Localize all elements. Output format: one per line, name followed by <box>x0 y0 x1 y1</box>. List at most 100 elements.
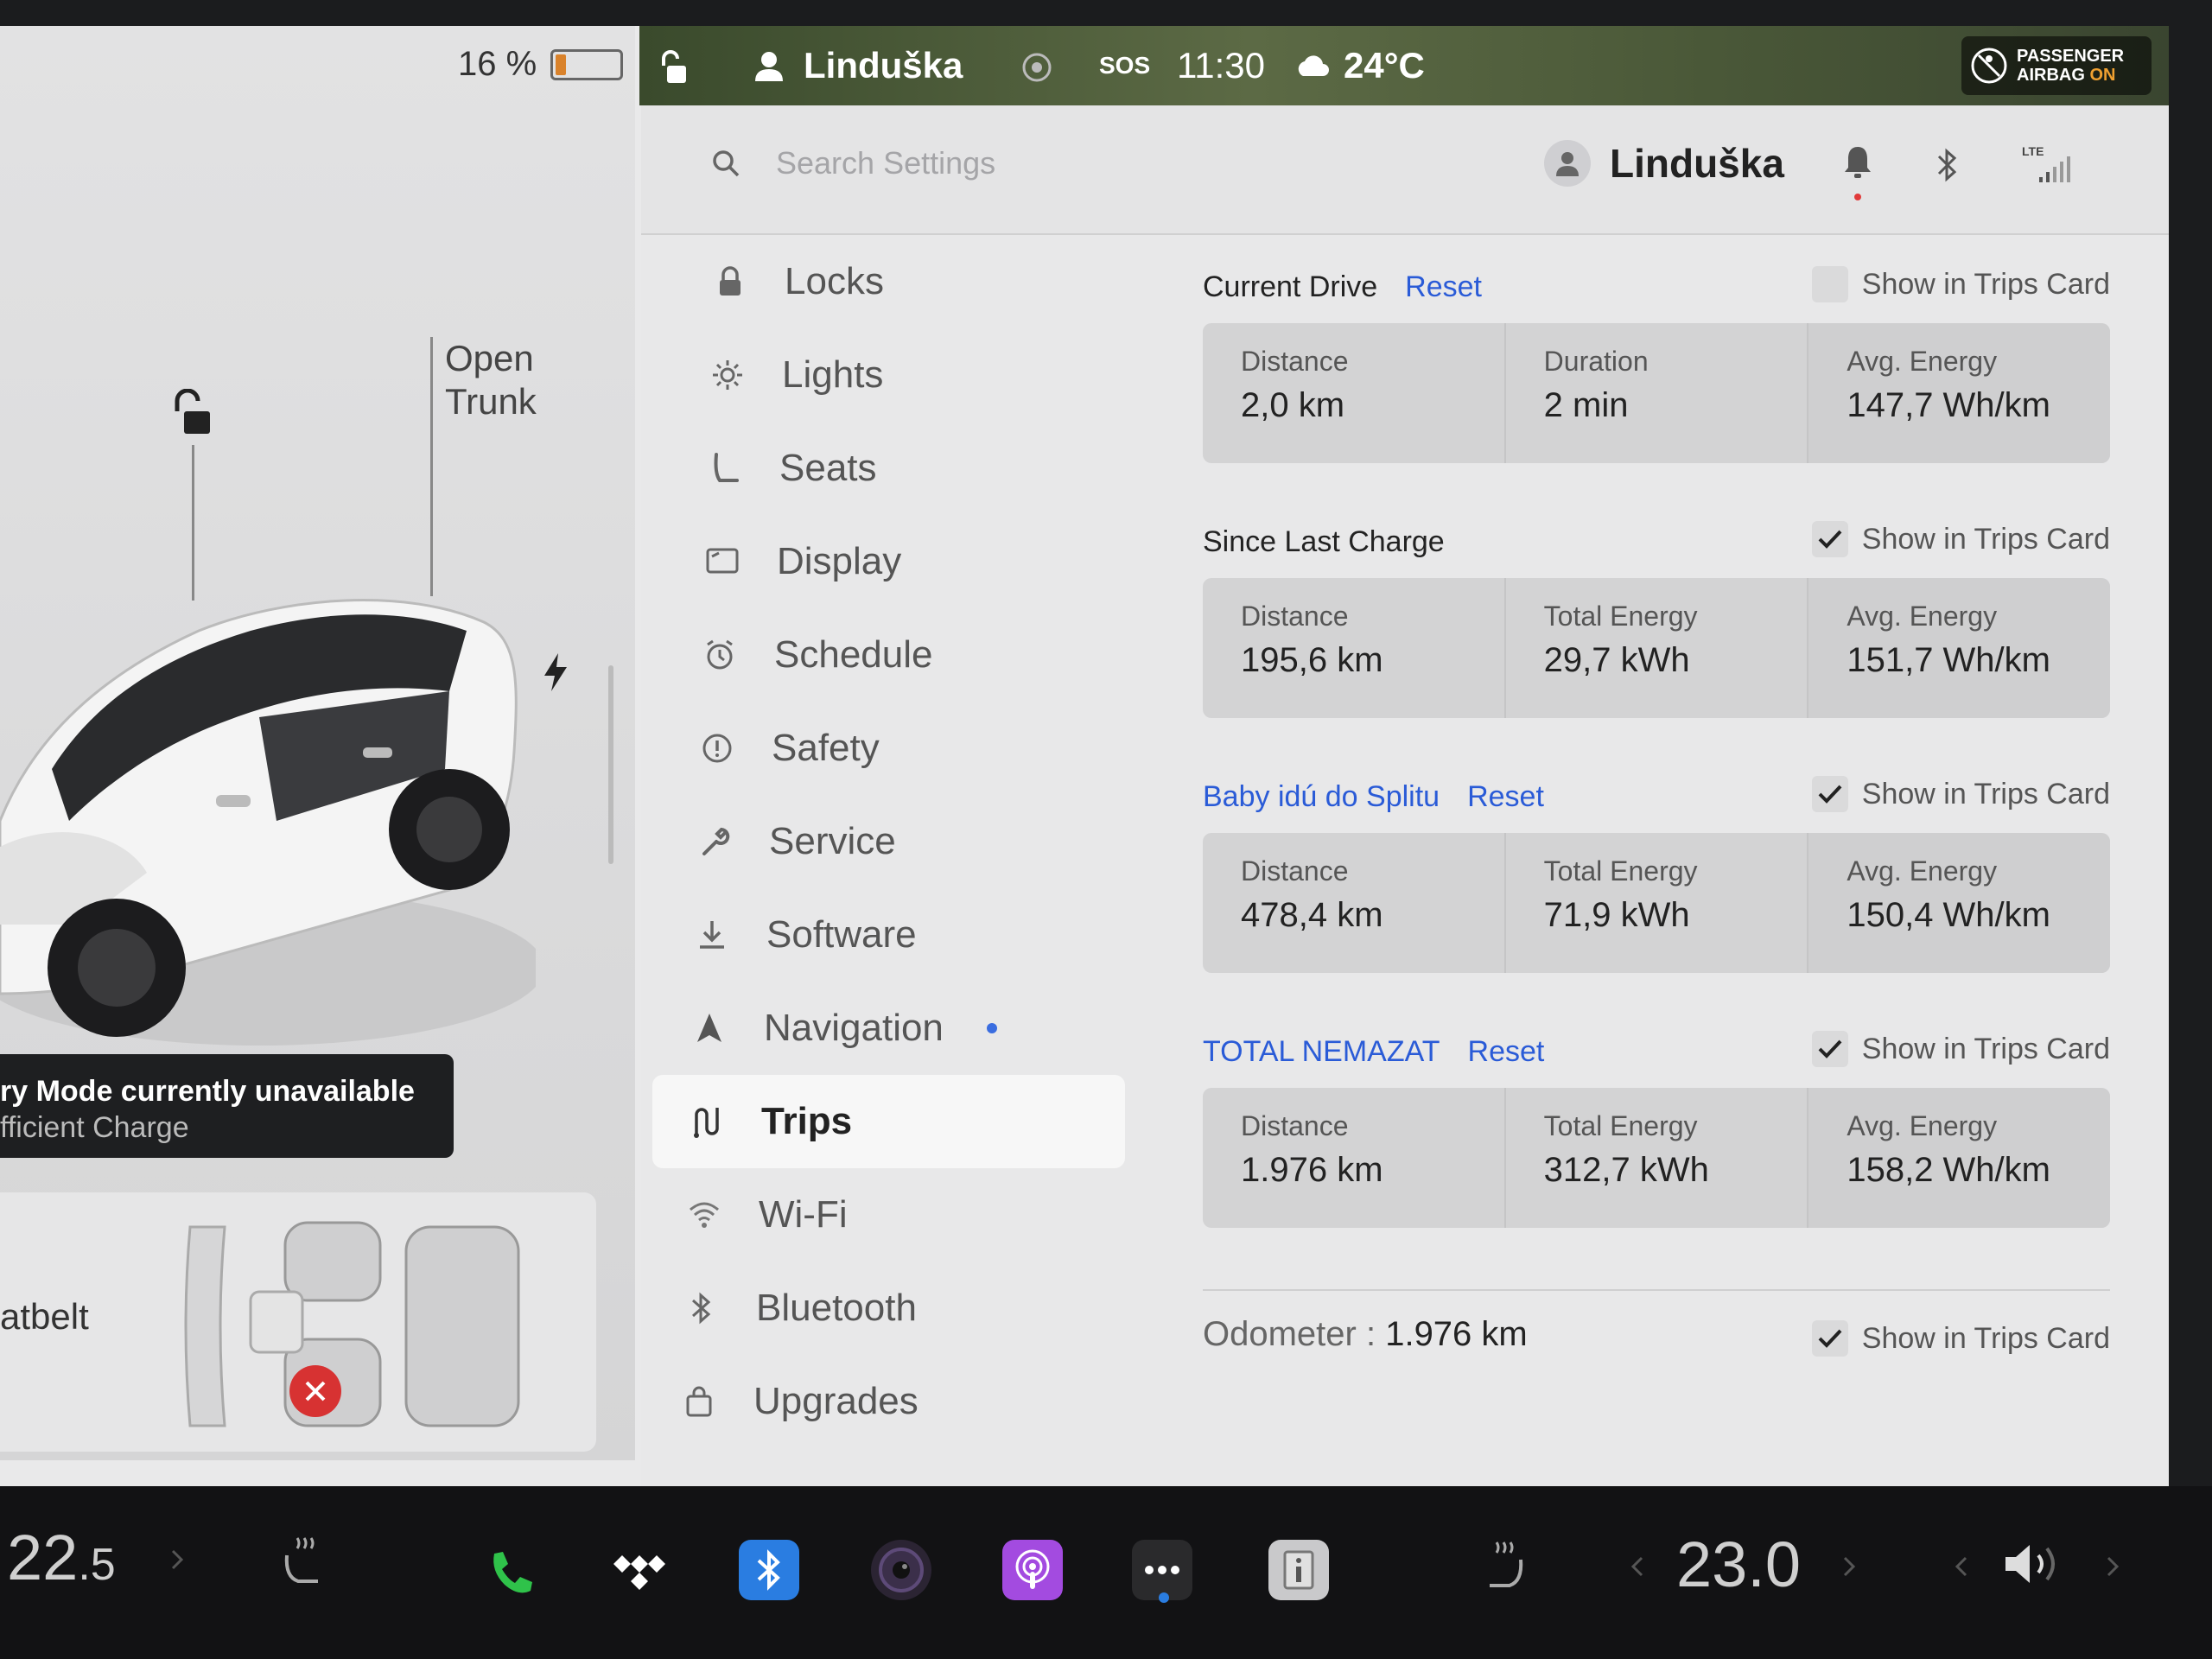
seat-heater-left-icon[interactable] <box>276 1529 328 1590</box>
wrench-icon <box>695 822 734 861</box>
trip-stats: Distance 478,4 km Total Energy 71,9 kWh Avg.… <box>1203 833 2110 973</box>
trip-block: TOTAL NEMAZAT Reset Show in Trips Card Dist… <box>1203 1026 2110 1281</box>
nav-item-software[interactable]: Software <box>658 888 1125 982</box>
search-input[interactable]: Search Settings <box>776 145 995 181</box>
unlock-status-icon[interactable] <box>658 50 690 85</box>
trip-title[interactable]: TOTAL NEMAZAT <box>1203 1035 1440 1069</box>
sun-icon <box>708 355 747 395</box>
nav-item-schedule[interactable]: Schedule <box>665 608 1125 702</box>
nav-item-bluetooth[interactable]: Bluetooth <box>647 1262 1125 1355</box>
sos-indicator: SOS <box>1099 52 1151 79</box>
volume-up-chevron-icon[interactable] <box>2104 1554 2121 1580</box>
nav-item-display[interactable]: Display <box>668 515 1125 608</box>
nav-item-label: Wi-Fi <box>759 1193 848 1236</box>
cellular-signal: LTE <box>2022 144 2074 186</box>
car-unlock-icon[interactable] <box>168 388 217 445</box>
cloud-icon <box>1298 55 1329 76</box>
manual-app[interactable] <box>1268 1540 1329 1600</box>
open-trunk-label-1: Open <box>445 338 534 378</box>
status-profile-name[interactable]: Linduška <box>804 45 963 86</box>
outside-temperature: 24°C <box>1344 45 1425 86</box>
battery-fill <box>556 54 566 75</box>
chevron-right-icon[interactable] <box>1840 1554 1858 1580</box>
chevron-right-icon[interactable] <box>168 1547 186 1573</box>
settings-nav: Locks Lights Seats Display Schedule Safety Ser… <box>652 235 1125 1448</box>
nav-item-upgrades[interactable]: Upgrades <box>645 1355 1125 1448</box>
checkbox[interactable] <box>1811 266 1848 302</box>
passenger-temperature[interactable]: 23.0 <box>1676 1528 1801 1601</box>
stat-label: Avg. Energy <box>1847 1110 1998 1141</box>
show-in-trips-card-toggle[interactable]: Show in Trips Card <box>1811 266 2110 302</box>
camera-app[interactable] <box>871 1540 931 1600</box>
nav-item-service[interactable]: Service <box>660 795 1125 888</box>
manual-icon <box>1283 1550 1314 1590</box>
stat-label: Avg. Energy <box>1847 346 1998 377</box>
trip-stat: Total Energy 29,7 kWh <box>1506 578 1809 718</box>
battery-percent: 16 % <box>458 45 537 83</box>
checkbox[interactable] <box>1811 1031 1848 1067</box>
nav-item-safety[interactable]: Safety <box>663 702 1125 795</box>
nav-item-seats[interactable]: Seats <box>671 422 1125 515</box>
nav-item-label: Bluetooth <box>756 1287 917 1329</box>
nav-item-lights[interactable]: Lights <box>673 328 1125 422</box>
airbag-label-2: AIRBAG <box>2017 66 2085 85</box>
notifications-button[interactable] <box>1842 143 1873 200</box>
stat-value: 1.976 km <box>1241 1151 1383 1189</box>
checkbox[interactable] <box>1811 1320 1848 1357</box>
stat-label: Distance <box>1241 346 1349 377</box>
trip-title: Current Drive <box>1203 270 1378 303</box>
stat-label: Total Energy <box>1543 1110 1698 1141</box>
trip-header: Baby idú do Splitu Reset Show in Trips Car… <box>1203 771 2110 823</box>
stat-value: 2,0 km <box>1241 386 1345 424</box>
checkbox[interactable] <box>1811 521 1848 557</box>
charge-port-icon[interactable] <box>543 653 569 691</box>
show-in-trips-label: Show in Trips Card <box>1861 267 2110 301</box>
search-settings[interactable]: Search Settings <box>710 145 995 181</box>
chevron-left-icon[interactable] <box>1629 1554 1646 1580</box>
odometer-label: Odometer : <box>1203 1315 1376 1353</box>
show-in-trips-card-toggle[interactable]: Show in Trips Card <box>1811 521 2110 557</box>
driver-temperature[interactable]: 22.5 <box>7 1521 116 1594</box>
airbag-icon <box>1971 48 2007 84</box>
nav-item-navigation[interactable]: Navigation <box>655 982 1125 1075</box>
tidal-app[interactable] <box>609 1542 670 1603</box>
header-icons: LTE <box>1842 143 2074 200</box>
nav-item-label: Display <box>777 540 902 582</box>
reset-button[interactable]: Reset <box>1468 1035 1545 1069</box>
lock-icon <box>710 262 750 302</box>
profile-icon[interactable] <box>752 48 786 83</box>
show-in-trips-card-toggle[interactable]: Show in Trips Card <box>1811 1031 2110 1067</box>
nav-item-trips[interactable]: Trips <box>652 1075 1125 1168</box>
bluetooth-app[interactable] <box>739 1540 799 1600</box>
bluetooth-app-icon <box>757 1549 780 1591</box>
volume-down-chevron-icon[interactable] <box>1953 1554 1970 1580</box>
trip-title[interactable]: Baby idú do Splitu <box>1203 780 1440 814</box>
reset-button[interactable]: Reset <box>1467 780 1544 814</box>
bell-icon <box>1845 147 1871 178</box>
reset-button[interactable]: Reset <box>1405 270 1482 304</box>
notice-subtitle: fficient Charge <box>0 1111 189 1144</box>
open-trunk-label-2: Trunk <box>445 381 537 422</box>
checkbox[interactable] <box>1811 776 1848 812</box>
seat-heater-right-icon[interactable] <box>1478 1534 1538 1594</box>
nav-item-wi-fi[interactable]: Wi-Fi <box>650 1168 1125 1262</box>
show-in-trips-card-toggle[interactable]: Show in Trips Card <box>1811 776 2110 812</box>
show-in-trips-card-toggle[interactable]: Show in Trips Card <box>1811 1320 2110 1357</box>
bluetooth-icon[interactable] <box>1934 146 1961 184</box>
volume-icon[interactable] <box>2000 1538 2069 1590</box>
profile-button[interactable]: Linduška <box>1544 140 1784 187</box>
podcasts-app[interactable] <box>1002 1540 1063 1600</box>
seat-map-icon <box>184 1221 520 1427</box>
stat-value: 312,7 kWh <box>1543 1151 1709 1189</box>
phone-app[interactable] <box>480 1542 540 1603</box>
airbag-state: ON <box>2089 66 2116 85</box>
trunk-pointer-line <box>430 337 433 596</box>
stat-value: 478,4 km <box>1241 896 1383 934</box>
nav-item-locks[interactable]: Locks <box>676 235 1125 328</box>
stat-label: Total Energy <box>1543 855 1698 887</box>
odometer-row: Odometer : 1.976 km Show in Trips Card <box>1203 1315 2110 1367</box>
show-in-trips-label: Show in Trips Card <box>1861 522 2110 556</box>
open-trunk-button[interactable]: Open Trunk <box>445 337 537 423</box>
panel-scrollbar[interactable] <box>608 665 613 864</box>
stat-value: 29,7 kWh <box>1543 641 1690 679</box>
